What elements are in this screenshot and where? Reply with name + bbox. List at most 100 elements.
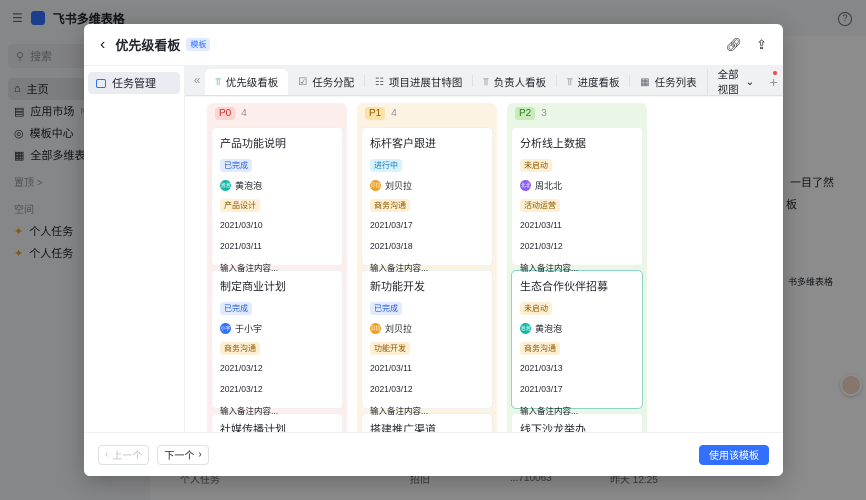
use-template-button[interactable]: 使用该模板 (699, 444, 769, 465)
end-date: 2021/03/11 (220, 241, 262, 251)
start-date: 2021/03/17 (370, 220, 413, 230)
modal-footer: ‹ 上一个 下一个 › 使用该模板 (84, 432, 783, 476)
task-card[interactable]: 标杆客户跟进 进行中 贝拉 刘贝拉 商务沟通 2021/03/17 2021/03… (361, 127, 493, 273)
tab-label: 进度看板 (577, 76, 620, 89)
status-badge: 进行中 (370, 159, 402, 172)
category-badge: 商务沟通 (370, 199, 410, 212)
card-title: 制定商业计划 (220, 281, 286, 293)
card-count: 3 (541, 107, 547, 119)
task-card[interactable]: 产品功能说明 已完成 泡泡 黄泡泡 产品设计 2021/03/10 2021/03… (211, 127, 343, 273)
avatar: 北北 (520, 180, 531, 191)
tab-task-list[interactable]: ▦ 任务列表 (630, 69, 706, 95)
avatar: 贝拉 (370, 323, 381, 334)
chevron-down-icon: ⌄ (745, 76, 755, 88)
end-date: 2021/03/17 (520, 384, 563, 394)
card-count: 4 (391, 107, 397, 119)
board-icon: ⫪ (215, 76, 221, 88)
modal-content: « ⫪ 优先级看板 ☑ 任务分配 ☷ 项目进展甘特图 ⫪ 负责人看板 ⫪ 进度看板 ▦ 任务… (184, 66, 783, 432)
template-preview-modal: ‹ 优先级看板 模板 🔗︎ ⇪ 任务管理 « ⫪ 优先级看板 ☑ 任务分配 ☷ 项目进… (84, 24, 783, 476)
column-header: P0 4 (211, 103, 343, 123)
kanban-board: P0 4 产品功能说明 已完成 泡泡 黄泡泡 产品设计 2021/03/10 20… (185, 97, 783, 432)
next-button[interactable]: 下一个 › (157, 444, 209, 465)
list-icon: ▦ (640, 76, 650, 88)
card-title: 搭建推广渠道 (370, 424, 436, 432)
tab-label: 优先级看板 (225, 76, 279, 89)
view-tabs: « ⫪ 优先级看板 ☑ 任务分配 ☷ 项目进展甘特图 ⫪ 负责人看板 ⫪ 进度看板 ▦ 任务… (185, 66, 783, 96)
category-badge: 商务沟通 (220, 342, 260, 355)
start-date: 2021/03/11 (520, 220, 562, 230)
start-date: 2021/03/11 (370, 363, 412, 373)
task-card[interactable]: 制定商业计划 已完成 小宇 于小宇 商务沟通 2021/03/12 2021/03… (211, 270, 343, 416)
card-owner: 泡泡 黄泡泡 (520, 322, 634, 335)
task-card[interactable]: 新功能开发 已完成 贝拉 刘贝拉 功能开发 2021/03/11 2021/03/… (361, 270, 493, 416)
status-badge: 已完成 (220, 159, 252, 172)
card-title: 标杆客户跟进 (370, 138, 436, 150)
status-badge: 已完成 (370, 302, 402, 315)
column-header: P1 4 (361, 103, 493, 123)
chevron-right-icon: › (198, 449, 202, 460)
sidebar-item-label: 任务管理 (112, 78, 156, 90)
tab-task-assign[interactable]: ☑ 任务分配 (288, 69, 364, 95)
start-date: 2021/03/13 (520, 363, 563, 373)
tab-gantt[interactable]: ☷ 项目进展甘特图 (365, 69, 472, 95)
add-view-icon[interactable]: + (764, 69, 783, 95)
category-badge: 功能开发 (370, 342, 410, 355)
status-badge: 未启动 (520, 302, 552, 315)
card-title: 分析线上数据 (520, 138, 586, 150)
tab-label: 任务分配 (312, 76, 355, 89)
tab-label: 任务列表 (654, 76, 697, 89)
sidebar-item-task-management[interactable]: 任务管理 (88, 72, 180, 94)
tab-priority-board[interactable]: ⫪ 优先级看板 (205, 69, 289, 95)
end-date: 2021/03/12 (370, 384, 413, 394)
status-badge: 未启动 (520, 159, 552, 172)
board-icon: ⫪ (483, 76, 489, 88)
owner-name: 黄泡泡 (535, 324, 563, 334)
back-icon[interactable]: ‹ (100, 36, 105, 54)
modal-title: 优先级看板 (115, 38, 181, 53)
category-badge: 商务沟通 (520, 342, 560, 355)
avatar: 小宇 (220, 323, 231, 334)
category-badge: 活动运营 (520, 199, 560, 212)
card-owner: 小宇 于小宇 (220, 322, 334, 335)
tab-owner-board[interactable]: ⫪ 负责人看板 (473, 69, 556, 95)
avatar: 贝拉 (370, 180, 381, 191)
card-owner: 贝拉 刘贝拉 (370, 179, 484, 192)
all-views-dropdown[interactable]: 全部视图 ⌄ (706, 69, 765, 96)
end-date: 2021/03/18 (370, 241, 413, 251)
template-tag: 模板 (186, 38, 211, 51)
start-date: 2021/03/10 (220, 220, 263, 230)
prev-button[interactable]: ‹ 上一个 (98, 444, 150, 465)
tab-label: 负责人看板 (493, 76, 547, 89)
owner-name: 于小宇 (235, 324, 263, 334)
gantt-icon: ☷ (374, 76, 384, 88)
board-icon: ⫪ (566, 76, 573, 88)
column-header: P2 3 (511, 103, 643, 123)
end-date: 2021/03/12 (520, 241, 563, 251)
share-icon[interactable]: ⇪ (756, 37, 767, 53)
card-title: 生态合作伙伴招募 (520, 281, 608, 293)
card-owner: 泡泡 黄泡泡 (220, 179, 334, 192)
avatar: 泡泡 (220, 180, 231, 191)
priority-badge: P2 (515, 106, 536, 120)
priority-badge: P0 (215, 106, 236, 120)
card-title: 社媒传播计划 (220, 424, 286, 432)
tab-progress-board[interactable]: ⫪ 进度看板 (557, 69, 630, 95)
priority-badge: P1 (365, 106, 386, 120)
start-date: 2021/03/12 (220, 363, 263, 373)
card-owner: 北北 周北北 (520, 179, 634, 192)
header-actions: 🔗︎ ⇪ (726, 37, 767, 53)
task-card[interactable]: 分析线上数据 未启动 北北 周北北 活动运营 2021/03/11 2021/03… (511, 127, 643, 273)
task-card[interactable]: 生态合作伙伴招募 未启动 泡泡 黄泡泡 商务沟通 2021/03/13 2021/… (511, 270, 643, 416)
owner-name: 周北北 (535, 181, 563, 191)
card-title: 产品功能说明 (220, 138, 286, 150)
link-icon[interactable]: 🔗︎ (726, 37, 743, 53)
status-badge: 已完成 (220, 302, 252, 315)
card-title: 线下沙龙举办 (520, 424, 586, 432)
collapse-icon[interactable]: « (189, 65, 205, 95)
table-icon (96, 78, 106, 88)
kanban-column-p0: P0 4 产品功能说明 已完成 泡泡 黄泡泡 产品设计 2021/03/10 20… (207, 103, 347, 432)
kanban-column-p2: P2 3 分析线上数据 未启动 北北 周北北 活动运营 2021/03/11 20… (507, 103, 647, 432)
avatar: 泡泡 (520, 323, 531, 334)
modal-sidebar: 任务管理 (84, 66, 184, 432)
assign-icon: ☑ (298, 76, 308, 88)
